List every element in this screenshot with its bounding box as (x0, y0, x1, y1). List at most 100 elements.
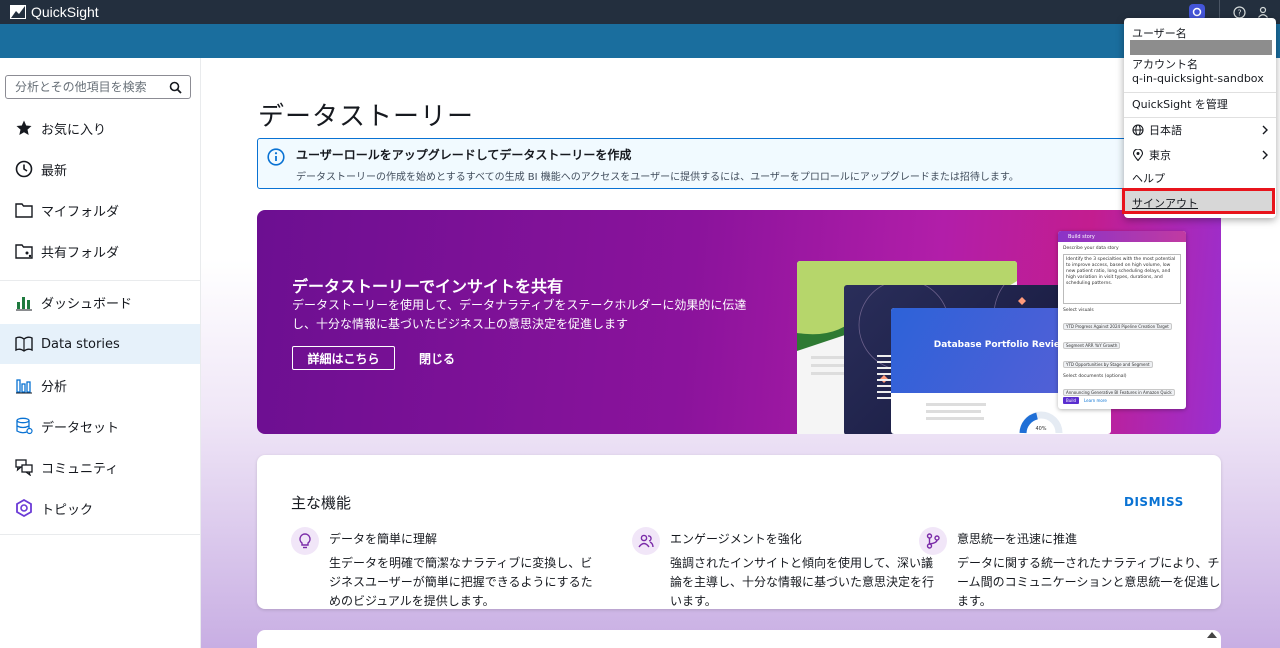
sidebar-item-label: ダッシュボード (41, 296, 133, 312)
info-icon (267, 148, 285, 166)
sidebar-item-label: 分析 (41, 379, 68, 395)
describe-label: Describe your data story (1063, 246, 1119, 251)
sidebar-item-label: 共有フォルダ (41, 245, 120, 261)
manage-quicksight-item[interactable]: QuickSight を管理 (1132, 95, 1270, 113)
feature-name: データを簡単に理解 (329, 532, 438, 546)
info-text: データストーリーの作成を始めとするすべての生成 BI 機能へのアクセスをユーザー… (296, 172, 1019, 183)
language-item[interactable]: 日本語 (1132, 121, 1270, 139)
features-title: 主な機能 (291, 494, 352, 512)
learn-more-link: Learn more (1084, 398, 1107, 403)
topic-icon (14, 498, 34, 518)
sidebar-item-community[interactable]: コミュニティ (0, 447, 200, 487)
menu-divider (1124, 117, 1276, 118)
menu-divider (1124, 92, 1276, 93)
username-label: ユーザー名 (1132, 27, 1187, 40)
branch-icon (919, 527, 947, 555)
star-icon (14, 118, 34, 138)
location-pin-icon (1132, 149, 1144, 161)
sidebar-item-label: コミュニティ (41, 461, 119, 477)
app-title: QuickSight (31, 4, 99, 20)
dismiss-button[interactable]: DISMISS (1124, 495, 1184, 509)
chevron-right-icon (1262, 125, 1268, 135)
scroll-up-icon[interactable] (1207, 632, 1217, 638)
help-label: ヘルプ (1132, 172, 1165, 185)
feature-name: エンゲージメントを強化 (670, 532, 802, 546)
sidebar-item-shared-folders[interactable]: 共有フォルダ (0, 231, 200, 271)
sidebar-divider (0, 280, 200, 281)
next-section-card (257, 630, 1221, 648)
region-label: 東京 (1149, 149, 1171, 162)
account-label: アカウント名 (1132, 58, 1198, 71)
sidebar-divider (0, 534, 200, 535)
help-item[interactable]: ヘルプ (1132, 169, 1270, 187)
key-features-card: 主な機能 DISMISS データを簡単に理解 生データを明確で簡潔なナラティブに… (257, 455, 1221, 609)
feature-description: 強調されたインサイトと傾向を使用して、深い議論を主導し、十分な情報に基づいた意思… (670, 556, 935, 608)
quicksight-logo[interactable]: QuickSight (10, 4, 99, 20)
user-icon[interactable] (1256, 5, 1270, 19)
visual-chip: YTD Progress Against 2024 Pipeline Creat… (1063, 323, 1172, 330)
manage-quicksight-label: QuickSight を管理 (1132, 98, 1228, 111)
help-icon[interactable]: ? (1232, 5, 1246, 19)
feature-name: 意思統一を迅速に推進 (957, 532, 1078, 546)
sidebar-item-label: トピック (41, 502, 94, 518)
feature-description: データに関する統一されたナラティブにより、チーム間のコミュニケーションと意思統一… (957, 556, 1221, 608)
chevron-right-icon (1262, 150, 1268, 160)
sidebar-item-recent[interactable]: 最新 (0, 149, 200, 189)
sidebar-item-topics[interactable]: トピック (0, 488, 200, 528)
users-icon (632, 527, 660, 555)
search-box[interactable] (5, 75, 191, 99)
quicksight-logo-icon (10, 5, 26, 19)
build-story-title: Build story (1058, 231, 1186, 242)
svg-text:?: ? (1237, 8, 1241, 17)
book-icon (14, 334, 34, 354)
sidebar: お気に入り 最新 マイフォルダ 共有フォルダ ダッシュボード Data stor… (0, 58, 201, 648)
header-band (0, 24, 1280, 58)
sidebar-item-label: Data stories (41, 336, 120, 352)
sidebar-item-favorites[interactable]: お気に入り (0, 108, 200, 148)
feature-description: 生データを明確で簡潔なナラティブに変換し、ビジネスユーザーが簡単に把握できるよう… (329, 556, 593, 608)
globe-icon (1132, 124, 1144, 136)
shared-folder-icon (14, 241, 34, 261)
search-input[interactable] (15, 80, 165, 94)
username-redacted (1130, 40, 1272, 55)
visual-chip: Segment ARR YoY Growth (1063, 342, 1121, 349)
close-banner-button[interactable]: 閉じる (419, 350, 455, 367)
upgrade-info-alert: ユーザーロールをアップグレードしてデータストーリーを作成 データストーリーの作成… (257, 138, 1229, 189)
language-label: 日本語 (1149, 124, 1182, 137)
sidebar-item-label: マイフォルダ (41, 204, 120, 220)
sidebar-item-my-folders[interactable]: マイフォルダ (0, 190, 200, 230)
document-chip: Announcing Generative BI Features in Ama… (1063, 389, 1175, 396)
learn-more-button[interactable]: 詳細はこちら (292, 346, 395, 370)
community-icon (14, 457, 34, 477)
main-content: データストーリー ユーザーロールをアップグレードしてデータストーリーを作成 デー… (201, 58, 1280, 648)
sidebar-item-label: お気に入り (41, 122, 107, 138)
page-title: データストーリー (258, 102, 475, 132)
top-bar: QuickSight ? (0, 0, 1280, 24)
sidebar-item-label: データセット (41, 420, 120, 436)
dashboard-icon (14, 292, 34, 312)
documents-label: Select documents (optional) (1063, 374, 1127, 379)
sidebar-item-datasets[interactable]: データセット (0, 406, 200, 446)
region-item[interactable]: 東京 (1132, 146, 1270, 164)
sidebar-item-dashboards[interactable]: ダッシュボード (0, 282, 200, 322)
hero-title: データストーリーでインサイトを共有 (292, 277, 564, 296)
analysis-icon (14, 375, 34, 395)
build-button: Build (1063, 397, 1079, 404)
gauge-value: 40% (1035, 426, 1046, 432)
hero-description: データストーリーを使用して、データナラティブをステークホルダーに効果的に伝達し、… (292, 298, 747, 331)
info-title: ユーザーロールをアップグレードしてデータストーリーを作成 (296, 148, 632, 162)
search-icon[interactable] (169, 81, 182, 94)
build-story-panel: Build story Describe your data story Ide… (1058, 231, 1186, 409)
visual-chip: YTD Opportunities by Stage and Segment (1063, 361, 1153, 368)
describe-textarea: Identify the 3 specialties with the most… (1063, 254, 1181, 304)
lightbulb-icon (291, 527, 319, 555)
sidebar-item-data-stories[interactable]: Data stories (0, 324, 200, 364)
sidebar-item-analyses[interactable]: 分析 (0, 365, 200, 405)
sign-out-item[interactable]: サインアウト (1122, 188, 1275, 214)
clock-icon (14, 159, 34, 179)
sign-out-label: サインアウト (1132, 197, 1198, 210)
sidebar-item-label: 最新 (41, 163, 68, 179)
visuals-label: Select visuals (1063, 308, 1094, 313)
account-name: q-in-quicksight-sandbox (1132, 72, 1264, 85)
hero-banner: データストーリーでインサイトを共有 データストーリーを使用して、データナラティブ… (257, 210, 1221, 434)
